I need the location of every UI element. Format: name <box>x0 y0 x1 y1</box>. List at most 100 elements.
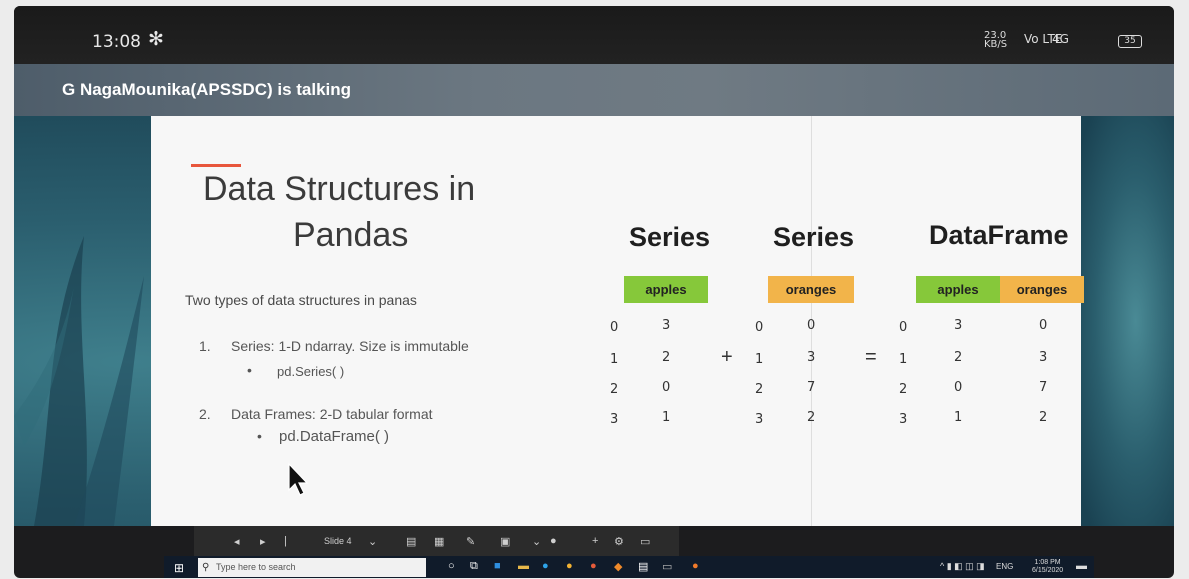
powerpoint-icon[interactable]: ● <box>692 560 699 572</box>
plus-sign: + <box>721 346 733 368</box>
clock-time: 1:08 PM <box>1034 559 1061 566</box>
status-time: 13:08 <box>92 32 141 52</box>
df-index: 1 <box>899 352 908 367</box>
df-oranges-value: 2 <box>1039 410 1048 425</box>
df-oranges-value: 7 <box>1039 380 1048 395</box>
chevron-down-icon[interactable]: ⌄ <box>532 535 541 548</box>
window-icon[interactable]: ▭ <box>662 560 672 573</box>
df-index: 3 <box>899 412 908 427</box>
net-speed-unit: KB/S <box>984 39 1008 50</box>
oranges-header: oranges <box>768 276 854 303</box>
speaker-text: G NagaMounika(APSSDC) is talking <box>62 80 352 99</box>
df-index: 2 <box>899 382 908 397</box>
list-item-bullet: pd.DataFrame( ) <box>279 428 390 445</box>
list-item-bullet: pd.Series( ) <box>277 364 345 379</box>
mouse-pointer-icon <box>288 462 309 496</box>
chevron-down-icon[interactable]: ⌄ <box>368 535 377 548</box>
series2-value: 7 <box>807 380 816 395</box>
df-apples-value: 3 <box>954 318 963 333</box>
video-background-right <box>1078 116 1174 526</box>
windows-start-icon[interactable]: ⊞ <box>174 561 184 575</box>
screen-icon[interactable]: ▣ <box>500 535 510 548</box>
df-apples-value: 0 <box>954 380 963 395</box>
presenter-toolbar: ◂ ▸ | Slide 4 ⌄ ▤ ▦ ✎ ▣ ⌄ ● + ⚙ ▭ <box>194 526 679 556</box>
presentation-slide: Data Structures in Pandas Two types of d… <box>151 116 1084 526</box>
df-oranges-value: 0 <box>1039 318 1048 333</box>
series2-value: 2 <box>807 410 816 425</box>
plus-icon[interactable]: + <box>592 535 598 547</box>
previous-slide-button[interactable]: ◂ <box>234 535 240 548</box>
windows-taskbar: ⊞ ⚲ Type here to search ○ ⧉ ■ ▬ ● ● ● ◆ … <box>164 556 1094 578</box>
series1-value: 2 <box>662 350 671 365</box>
list-item-text: Data Frames: 2-D tabular format <box>231 406 433 422</box>
firefox-icon[interactable]: ● <box>590 560 597 572</box>
apples-header: apples <box>624 276 708 303</box>
info-icon[interactable]: ● <box>550 535 557 547</box>
toolbar-separator: | <box>284 535 287 547</box>
network-type: 4G <box>1052 32 1069 46</box>
series1-value: 3 <box>662 318 671 333</box>
series2-index: 0 <box>755 320 764 335</box>
search-icon: ⚲ <box>202 562 210 573</box>
slide-title-line1: Data Structures in <box>203 170 476 208</box>
df-oranges-value: 3 <box>1039 350 1048 365</box>
taskbar-search-input[interactable]: ⚲ Type here to search <box>198 558 426 577</box>
list-item-number: 2. <box>199 406 211 422</box>
pen-icon[interactable]: ✎ <box>466 535 475 548</box>
app-icon[interactable]: ◆ <box>614 560 622 573</box>
list-item-text: Series: 1-D ndarray. Size is immutable <box>231 338 469 354</box>
snowflake-icon: ✻ <box>148 29 164 50</box>
series2-index: 2 <box>755 382 764 397</box>
language-indicator[interactable]: ENG <box>996 562 1013 571</box>
chrome-icon[interactable]: ● <box>566 560 573 572</box>
plant-silhouette <box>14 236 144 526</box>
title-accent-bar <box>191 164 241 167</box>
df-index: 0 <box>899 320 908 335</box>
next-slide-button[interactable]: ▸ <box>260 535 266 548</box>
series1-index: 2 <box>610 382 619 397</box>
dataframe-heading: DataFrame <box>929 220 1069 250</box>
cortana-icon[interactable]: ○ <box>448 560 455 572</box>
series2-value: 0 <box>807 318 816 333</box>
bag-icon[interactable]: ▤ <box>638 560 648 573</box>
df-apples-value: 1 <box>954 410 963 425</box>
clock-date: 6/15/2020 <box>1032 567 1064 574</box>
series-heading: Series <box>629 222 711 252</box>
slide-intro-text: Two types of data structures in panas <box>185 292 417 308</box>
series1-index: 1 <box>610 352 619 367</box>
speaker-banner: G NagaMounika(APSSDC) is talking <box>14 64 1174 116</box>
bullet-dot: • <box>247 362 252 378</box>
df-apples-value: 2 <box>954 350 963 365</box>
taskbar-clock[interactable]: 1:08 PM 6/15/2020 <box>1032 559 1063 575</box>
series2-index: 3 <box>755 412 764 427</box>
series1-index: 3 <box>610 412 619 427</box>
store-icon[interactable]: ■ <box>494 560 501 572</box>
series2-index: 1 <box>755 352 764 367</box>
bullet-dot: • <box>257 428 262 444</box>
series1-value: 0 <box>662 380 671 395</box>
slides-icon[interactable]: ▤ <box>406 535 416 548</box>
series1-index: 0 <box>610 320 619 335</box>
series1-value: 1 <box>662 410 671 425</box>
edge-icon[interactable]: ● <box>542 560 549 572</box>
exit-icon[interactable]: ▭ <box>640 535 650 548</box>
df-oranges-header: oranges <box>1000 276 1084 303</box>
tray-icons[interactable]: ^ ▮ ◧ ◫ ◨ <box>940 561 985 572</box>
search-placeholder: Type here to search <box>216 562 296 572</box>
explorer-icon[interactable]: ▬ <box>518 560 529 572</box>
phone-screen: 13:08 ✻ 23.0 KB/S Vo LTE 4G 35 G NagaMou… <box>14 6 1174 578</box>
gear-icon[interactable]: ⚙ <box>614 535 624 548</box>
series-heading: Series <box>773 222 855 252</box>
series2-value: 3 <box>807 350 816 365</box>
slide-counter: Slide 4 <box>324 536 352 546</box>
notification-icon[interactable]: ▬ <box>1076 560 1087 572</box>
df-apples-header: apples <box>916 276 1000 303</box>
equals-sign: = <box>865 346 877 368</box>
slide-title-line2: Pandas <box>293 216 409 254</box>
net-speed: 23.0 KB/S <box>984 31 1008 50</box>
battery-icon: 35 <box>1118 35 1142 48</box>
photo-frame: 13:08 ✻ 23.0 KB/S Vo LTE 4G 35 G NagaMou… <box>0 0 1189 579</box>
task-view-icon[interactable]: ⧉ <box>470 560 478 573</box>
list-item-number: 1. <box>199 338 211 354</box>
grid-icon[interactable]: ▦ <box>434 535 444 548</box>
